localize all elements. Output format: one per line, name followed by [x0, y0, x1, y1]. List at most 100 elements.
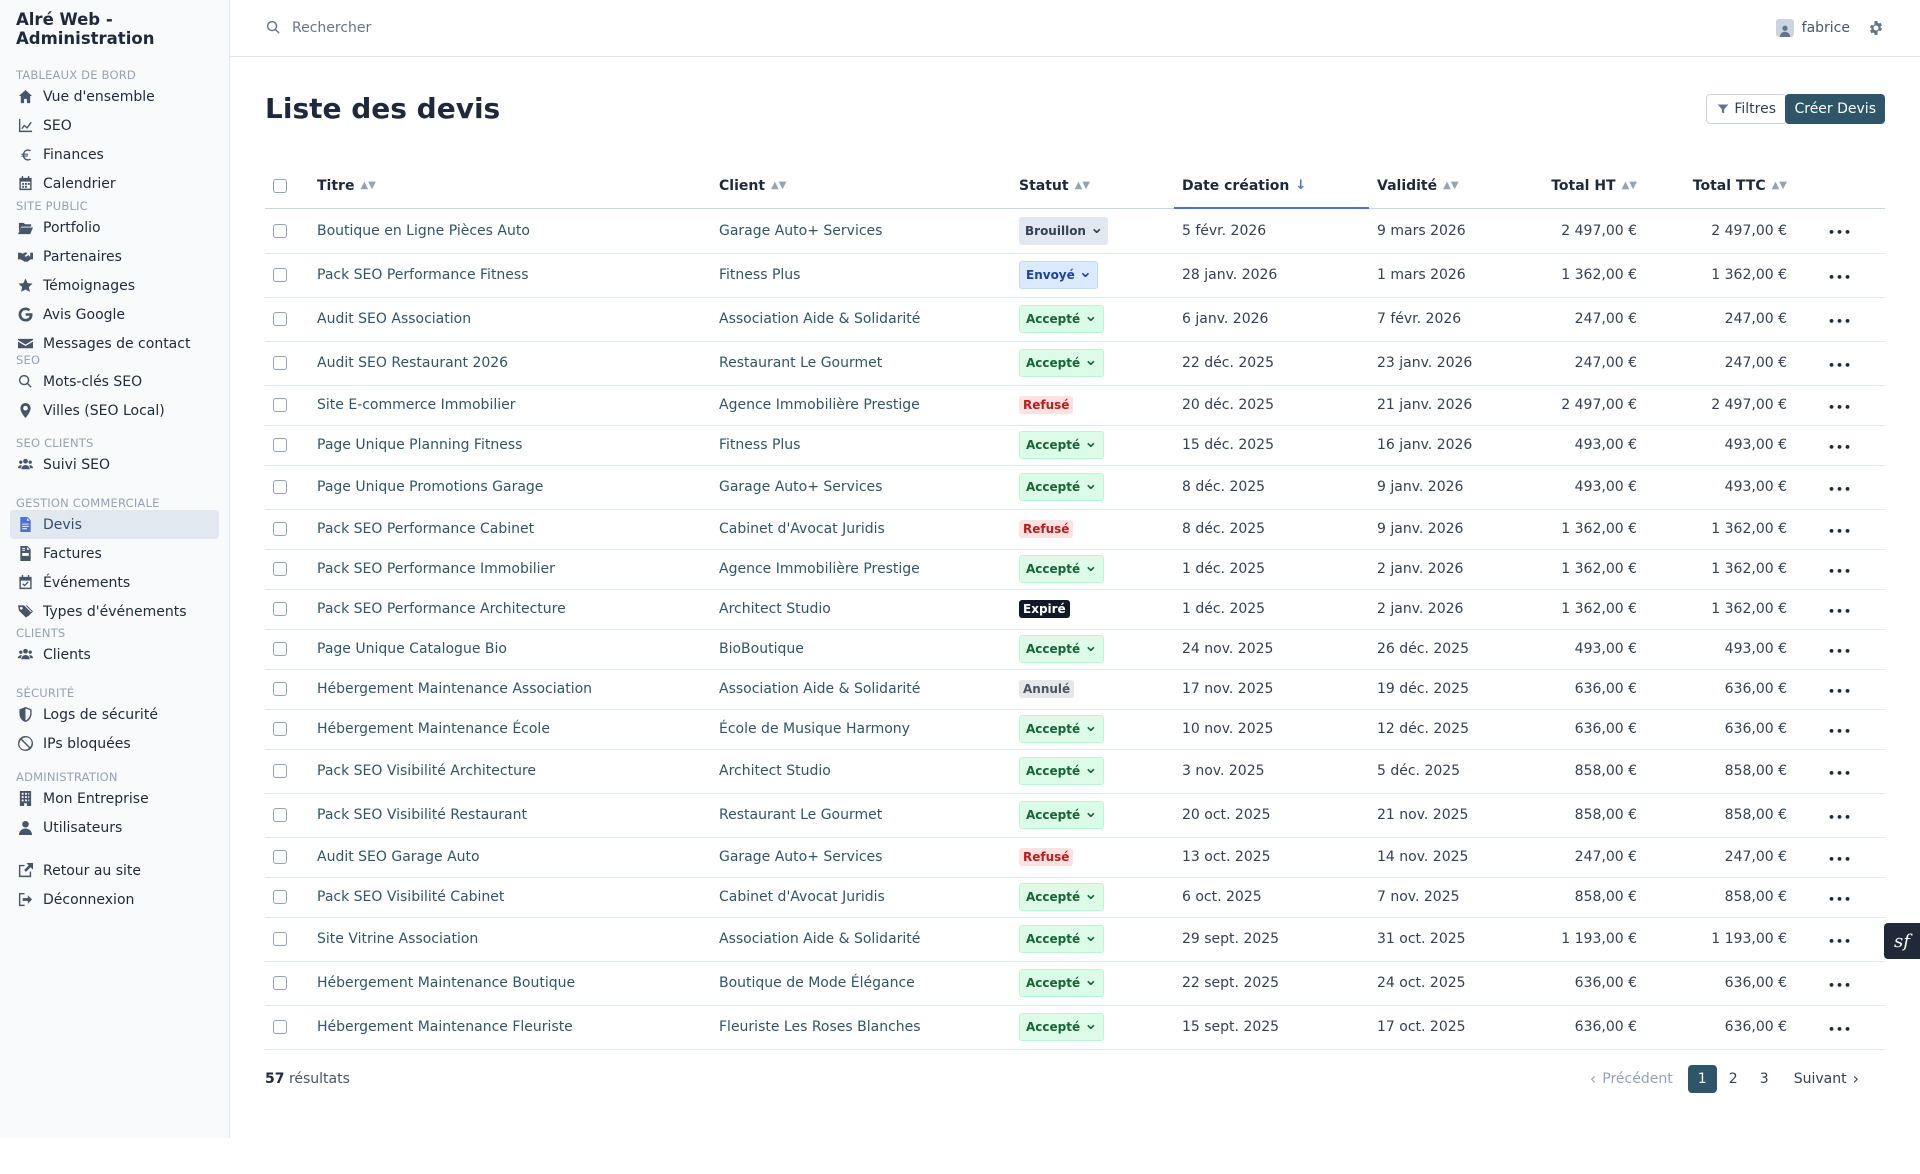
more-actions-icon[interactable]: •••: [1828, 767, 1852, 780]
more-actions-icon[interactable]: •••: [1828, 483, 1852, 496]
more-actions-icon[interactable]: •••: [1828, 359, 1852, 372]
table-row[interactable]: Page Unique Planning Fitness Fitness Plus…: [265, 425, 1885, 466]
table-row[interactable]: Hébergement Maintenance Association Assoc…: [265, 669, 1885, 710]
table-row[interactable]: Pack SEO Visibilité Cabinet Cabinet d'Avo…: [265, 877, 1885, 918]
client-link[interactable]: Architect Studio: [711, 589, 1011, 630]
sidebar-item-factures[interactable]: Factures: [10, 539, 219, 568]
quote-title-link[interactable]: Pack SEO Visibilité Cabinet: [309, 877, 711, 918]
quote-title-link[interactable]: Pack SEO Visibilité Restaurant: [309, 793, 711, 838]
row-checkbox[interactable]: [273, 932, 287, 946]
row-checkbox[interactable]: [273, 1020, 287, 1034]
row-checkbox[interactable]: [273, 890, 287, 904]
table-row[interactable]: Audit SEO Restaurant 2026 Restaurant Le G…: [265, 341, 1885, 386]
row-checkbox[interactable]: [273, 438, 287, 452]
row-checkbox[interactable]: [273, 398, 287, 412]
more-actions-icon[interactable]: •••: [1828, 565, 1852, 578]
more-actions-icon[interactable]: •••: [1828, 441, 1852, 454]
quote-title-link[interactable]: Pack SEO Visibilité Architecture: [309, 749, 711, 794]
table-row[interactable]: Page Unique Catalogue Bio BioBoutique Acce…: [265, 629, 1885, 670]
client-link[interactable]: Fleuriste Les Roses Blanches: [711, 1005, 1011, 1050]
status-badge[interactable]: Accepté ⌄: [1019, 969, 1104, 997]
client-link[interactable]: Garage Auto+ Services: [711, 837, 1011, 878]
row-checkbox[interactable]: [273, 268, 287, 282]
quote-title-link[interactable]: Hébergement Maintenance École: [309, 709, 711, 750]
more-actions-icon[interactable]: •••: [1828, 725, 1852, 738]
more-actions-icon[interactable]: •••: [1828, 979, 1852, 992]
table-row[interactable]: Site E-commerce Immobilier Agence Immobil…: [265, 385, 1885, 426]
status-badge[interactable]: Accepté ⌄: [1019, 635, 1104, 663]
status-badge[interactable]: Accepté ⌄: [1019, 1013, 1104, 1041]
client-link[interactable]: Fitness Plus: [711, 425, 1011, 466]
row-checkbox[interactable]: [273, 522, 287, 536]
quote-title-link[interactable]: Boutique en Ligne Pièces Auto: [309, 208, 711, 254]
status-badge[interactable]: Accepté ⌄: [1019, 431, 1104, 459]
client-link[interactable]: BioBoutique: [711, 629, 1011, 670]
status-badge[interactable]: Accepté ⌄: [1019, 305, 1104, 333]
status-badge[interactable]: Accepté ⌄: [1019, 715, 1104, 743]
sidebar-item-clients[interactable]: Clients: [10, 640, 219, 669]
page-button-3[interactable]: 3: [1750, 1065, 1779, 1093]
status-badge[interactable]: Accepté ⌄: [1019, 473, 1104, 501]
more-actions-icon[interactable]: •••: [1828, 605, 1852, 618]
create-quote-button[interactable]: Créer Devis: [1785, 94, 1885, 124]
quote-title-link[interactable]: Site Vitrine Association: [309, 917, 711, 962]
column-header-client[interactable]: Client ▲▼: [711, 164, 1011, 209]
sidebar-item-vue-d-ensemble[interactable]: Vue d'ensemble: [10, 82, 219, 111]
more-actions-icon[interactable]: •••: [1828, 1023, 1852, 1036]
more-actions-icon[interactable]: •••: [1828, 935, 1852, 948]
table-row[interactable]: Pack SEO Performance Architecture Archite…: [265, 589, 1885, 630]
sidebar-item-temoignages[interactable]: Témoignages: [10, 271, 219, 300]
table-row[interactable]: Pack SEO Performance Fitness Fitness Plus…: [265, 253, 1885, 298]
quote-title-link[interactable]: Pack SEO Performance Cabinet: [309, 509, 711, 550]
quote-title-link[interactable]: Audit SEO Restaurant 2026: [309, 341, 711, 386]
row-checkbox[interactable]: [273, 850, 287, 864]
sidebar-item-evenements[interactable]: Événements: [10, 568, 219, 597]
more-actions-icon[interactable]: •••: [1828, 226, 1852, 239]
row-checkbox[interactable]: [273, 480, 287, 494]
table-row[interactable]: Hébergement Maintenance Fleuriste Fleuris…: [265, 1005, 1885, 1050]
client-link[interactable]: Agence Immobilière Prestige: [711, 549, 1011, 590]
sidebar-item-utilisateurs[interactable]: Utilisateurs: [10, 813, 219, 842]
row-checkbox[interactable]: [273, 562, 287, 576]
more-actions-icon[interactable]: •••: [1828, 811, 1852, 824]
table-row[interactable]: Site Vitrine Association Association Aide…: [265, 917, 1885, 962]
row-checkbox[interactable]: [273, 356, 287, 370]
quote-title-link[interactable]: Hébergement Maintenance Boutique: [309, 961, 711, 1006]
status-badge[interactable]: Accepté ⌄: [1019, 925, 1104, 953]
quote-title-link[interactable]: Pack SEO Performance Fitness: [309, 253, 711, 298]
sidebar-item-mon-entreprise[interactable]: Mon Entreprise: [10, 784, 219, 813]
more-actions-icon[interactable]: •••: [1828, 315, 1852, 328]
table-row[interactable]: Hébergement Maintenance École École de Mu…: [265, 709, 1885, 750]
status-badge[interactable]: Brouillon ⌄: [1019, 216, 1109, 245]
user-menu[interactable]: fabrice: [1775, 19, 1850, 37]
client-link[interactable]: Restaurant Le Gourmet: [711, 793, 1011, 838]
more-actions-icon[interactable]: •••: [1828, 893, 1852, 906]
sidebar-item-suivi-seo[interactable]: Suivi SEO: [10, 450, 219, 479]
row-checkbox[interactable]: [273, 808, 287, 822]
client-link[interactable]: Architect Studio: [711, 749, 1011, 794]
table-row[interactable]: Pack SEO Visibilité Architecture Architec…: [265, 749, 1885, 794]
quote-title-link[interactable]: Audit SEO Association: [309, 297, 711, 342]
select-all-checkbox[interactable]: [273, 178, 287, 193]
more-actions-icon[interactable]: •••: [1828, 853, 1852, 866]
page-button-2[interactable]: 2: [1719, 1065, 1748, 1093]
column-header-title[interactable]: Titre ▲▼: [309, 164, 711, 209]
row-checkbox[interactable]: [273, 642, 287, 656]
table-row[interactable]: Audit SEO Association Association Aide & …: [265, 297, 1885, 342]
table-row[interactable]: Page Unique Promotions Garage Garage Auto…: [265, 465, 1885, 510]
column-header-status[interactable]: Statut ▲▼: [1011, 164, 1174, 209]
column-header-created[interactable]: Date création ↓: [1174, 164, 1369, 209]
status-badge[interactable]: Accepté ⌄: [1019, 883, 1104, 911]
table-row[interactable]: Pack SEO Performance Immobilier Agence Im…: [265, 549, 1885, 590]
sidebar-item-logs-de-securite[interactable]: Logs de sécurité: [10, 700, 219, 729]
client-link[interactable]: Cabinet d'Avocat Juridis: [711, 877, 1011, 918]
row-checkbox[interactable]: [273, 682, 287, 696]
quote-title-link[interactable]: Page Unique Catalogue Bio: [309, 629, 711, 670]
table-row[interactable]: Audit SEO Garage Auto Garage Auto+ Servic…: [265, 837, 1885, 878]
client-link[interactable]: Restaurant Le Gourmet: [711, 341, 1011, 386]
row-checkbox[interactable]: [273, 722, 287, 736]
row-checkbox[interactable]: [273, 976, 287, 990]
row-checkbox[interactable]: [273, 764, 287, 778]
quote-title-link[interactable]: Audit SEO Garage Auto: [309, 837, 711, 878]
more-actions-icon[interactable]: •••: [1828, 525, 1852, 538]
